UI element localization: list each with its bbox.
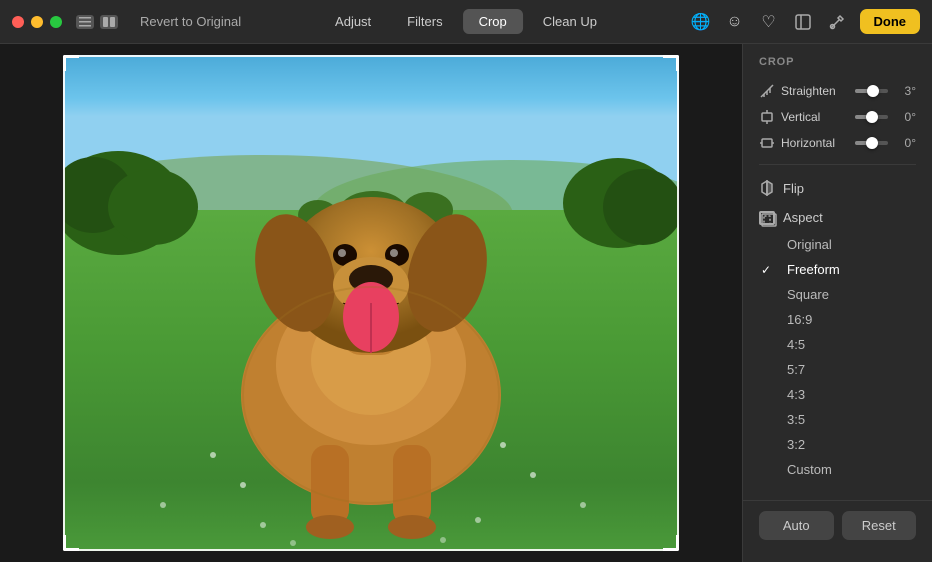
globe-icon[interactable]: 🌐 (690, 11, 712, 33)
revert-to-original-button[interactable]: Revert to Original (132, 10, 249, 33)
traffic-lights (12, 16, 62, 28)
done-button[interactable]: Done (860, 9, 921, 34)
aspect-item-16-9[interactable]: 16:9 (743, 307, 932, 332)
right-panel: CROP Straighten 3° (742, 44, 932, 562)
photo-image (63, 55, 679, 551)
horizontal-row: Horizontal 0° (743, 130, 932, 156)
vertical-slider[interactable] (855, 115, 888, 119)
photo-area (0, 44, 742, 562)
reset-button[interactable]: Reset (842, 511, 917, 540)
minimize-button[interactable] (31, 16, 43, 28)
straighten-slider[interactable] (855, 89, 888, 93)
toolbar-right: 🌐 ☺ ♡ Done (690, 9, 921, 34)
aspect-item-5-7[interactable]: 5:7 (743, 357, 932, 382)
aspect-list: Original ✓ Freeform Square 16:9 4:5 5:7 (743, 232, 932, 486)
photo-container (63, 55, 679, 551)
horizontal-value: 0° (894, 136, 916, 150)
tab-adjust[interactable]: Adjust (319, 9, 387, 34)
aspect-item-4-3[interactable]: 4:3 (743, 382, 932, 407)
aspect-item-original[interactable]: Original (743, 232, 932, 257)
vertical-row: Vertical 0° (743, 104, 932, 130)
horizontal-slider[interactable] (855, 141, 888, 145)
panel-section-title: CROP (743, 56, 932, 78)
divider-1 (759, 164, 916, 165)
wrench-icon[interactable] (826, 11, 848, 33)
frame-icon[interactable] (792, 11, 814, 33)
straighten-row: Straighten 3° (743, 78, 932, 104)
tab-filters[interactable]: Filters (391, 9, 458, 34)
aspect-item-freeform[interactable]: ✓ Freeform (743, 257, 932, 282)
aspect-item-custom[interactable]: Custom (743, 457, 932, 482)
vertical-value: 0° (894, 110, 916, 124)
flip-row[interactable]: Flip (743, 173, 932, 203)
aspect-item-square[interactable]: Square (743, 282, 932, 307)
aspect-label: Aspect (783, 210, 823, 225)
tab-cleanup[interactable]: Clean Up (527, 9, 613, 34)
photo-canvas (63, 55, 679, 551)
aspect-item-3-2[interactable]: 3:2 (743, 432, 932, 457)
auto-button[interactable]: Auto (759, 511, 834, 540)
flip-icon (759, 180, 775, 196)
nav-tabs: Adjust Filters Crop Clean Up (319, 9, 613, 34)
view-toggle-button[interactable] (100, 15, 118, 29)
aspect-icon (759, 211, 775, 225)
close-button[interactable] (12, 16, 24, 28)
horizontal-icon (759, 135, 775, 151)
emoji-icon[interactable]: ☺ (724, 11, 746, 33)
aspect-row[interactable]: Aspect (743, 203, 932, 232)
checkmark-freeform: ✓ (761, 263, 775, 277)
tab-crop[interactable]: Crop (463, 9, 523, 34)
flip-label: Flip (783, 181, 804, 196)
straighten-label: Straighten (781, 84, 849, 98)
sidebar-toggle-button[interactable] (76, 15, 94, 29)
horizontal-label: Horizontal (781, 136, 849, 150)
panel-bottom: Auto Reset (743, 500, 932, 550)
straighten-value: 3° (894, 84, 916, 98)
titlebar: Revert to Original Adjust Filters Crop C… (0, 0, 932, 44)
main-content: CROP Straighten 3° (0, 44, 932, 562)
vertical-icon (759, 109, 775, 125)
window-controls (76, 15, 118, 29)
heart-icon[interactable]: ♡ (758, 11, 780, 33)
aspect-item-3-5[interactable]: 3:5 (743, 407, 932, 432)
aspect-item-4-5[interactable]: 4:5 (743, 332, 932, 357)
maximize-button[interactable] (50, 16, 62, 28)
straighten-icon (759, 83, 775, 99)
vertical-label: Vertical (781, 110, 849, 124)
